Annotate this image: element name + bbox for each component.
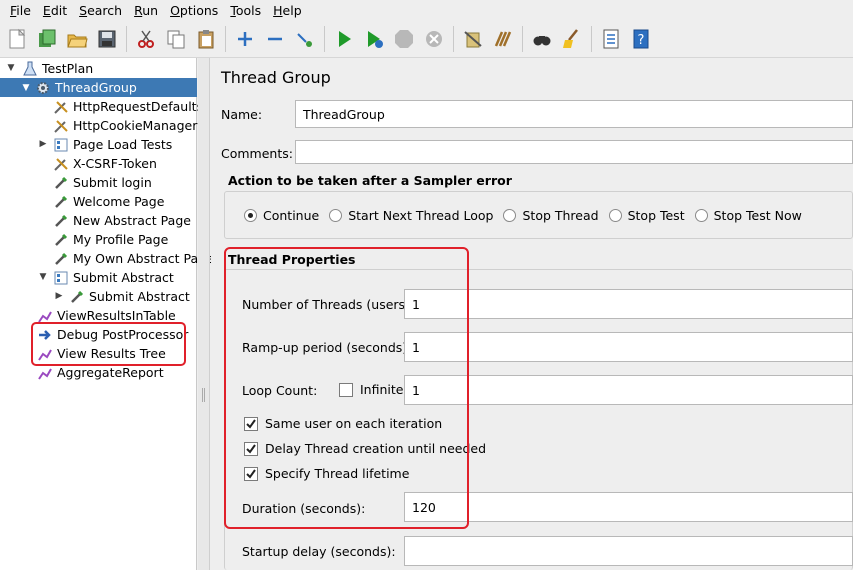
tree-node-welcome-page[interactable]: Welcome Page <box>53 192 164 211</box>
expand-toggle-icon[interactable]: ▼ <box>21 83 31 93</box>
wrench-icon <box>53 118 69 134</box>
tree-node-httpcookiemanager[interactable]: HttpCookieManager <box>53 116 197 135</box>
tree-node-submit-abstract-controller[interactable]: Submit Abstract <box>53 268 174 287</box>
tree-node-submit-abstract-sampler[interactable]: Submit Abstract <box>69 287 190 306</box>
menu-search[interactable]: Search <box>79 3 122 18</box>
toolbar: ? <box>0 20 853 58</box>
clear-all-icon[interactable] <box>490 26 516 52</box>
expand-icon[interactable] <box>232 26 258 52</box>
tree-node-page-load-tests[interactable]: Page Load Tests <box>53 135 172 154</box>
save-icon[interactable] <box>94 26 120 52</box>
radio-start-next-thread-loop[interactable]: Start Next Thread Loop <box>329 208 493 223</box>
pipette-icon <box>53 175 69 191</box>
error-action-title: Action to be taken after a Sampler error <box>228 173 512 188</box>
test-plan-tree: ▼ TestPlan ▼ ThreadGroup HttpRequestDefa… <box>0 58 214 570</box>
reset-search-icon[interactable] <box>559 26 585 52</box>
radio-stop-test-now[interactable]: Stop Test Now <box>694 208 802 223</box>
controller-icon <box>53 137 69 153</box>
search-icon[interactable] <box>529 26 555 52</box>
start-icon[interactable] <box>331 26 357 52</box>
split-pane-divider[interactable] <box>198 58 210 570</box>
help-icon[interactable]: ? <box>628 26 654 52</box>
expand-toggle-icon[interactable]: ▼ <box>6 63 16 73</box>
name-label: Name: <box>221 107 263 122</box>
duration-field[interactable]: 120 <box>404 492 853 522</box>
pipette-icon <box>53 194 69 210</box>
pipette-icon <box>53 251 69 267</box>
menu-options[interactable]: Options <box>170 3 218 18</box>
pipette-icon <box>69 289 85 305</box>
function-helper-icon[interactable] <box>598 26 624 52</box>
error-action-options: Continue Start Next Thread Loop Stop Thr… <box>244 208 812 223</box>
startup-delay-label: Startup delay (seconds): <box>242 544 396 559</box>
toggle-icon[interactable] <box>292 26 318 52</box>
tree-node-threadgroup[interactable]: ▼ ThreadGroup <box>0 78 197 97</box>
name-field[interactable]: ThreadGroup <box>295 100 853 128</box>
pipette-icon <box>53 213 69 229</box>
pipette-icon <box>53 232 69 248</box>
comments-field[interactable] <box>295 140 853 164</box>
tree-node-new-abstract-page[interactable]: New Abstract Page <box>53 211 191 230</box>
expand-toggle-icon[interactable]: ▶ <box>54 291 64 301</box>
tree-node-httprequestdefaults[interactable]: HttpRequestDefaults <box>53 97 203 116</box>
wrench-icon <box>53 156 69 172</box>
templates-icon[interactable] <box>34 26 60 52</box>
svg-text:?: ? <box>638 33 645 48</box>
tree-node-my-own-abstract-page[interactable]: My Own Abstract Page <box>53 249 214 268</box>
tree-node-my-profile-page[interactable]: My Profile Page <box>53 230 168 249</box>
startup-delay-field[interactable] <box>404 536 853 566</box>
collapse-icon[interactable] <box>262 26 288 52</box>
loop-count-field[interactable]: 1 <box>404 375 853 405</box>
expand-toggle-icon[interactable]: ▶ <box>38 139 48 149</box>
menu-edit[interactable]: Edit <box>43 3 67 18</box>
shutdown-icon[interactable] <box>421 26 447 52</box>
paste-icon[interactable] <box>193 26 219 52</box>
tree-node-submit-login[interactable]: Submit login <box>53 173 152 192</box>
menu-help[interactable]: Help <box>273 3 302 18</box>
menu-run[interactable]: Run <box>134 3 158 18</box>
radio-stop-test[interactable]: Stop Test <box>608 208 685 223</box>
highlight-box <box>224 247 469 529</box>
start-no-pauses-icon[interactable] <box>361 26 387 52</box>
copy-icon[interactable] <box>163 26 189 52</box>
menu-file[interactable]: File <box>10 3 31 18</box>
graph-icon <box>37 365 53 381</box>
gear-icon <box>35 80 51 96</box>
expand-toggle-icon[interactable]: ▼ <box>38 272 48 282</box>
wrench-icon <box>53 99 69 115</box>
threads-field[interactable]: 1 <box>404 289 853 319</box>
tree-node-x-csrf-token[interactable]: X-CSRF-Token <box>53 154 157 173</box>
flask-icon <box>22 61 38 77</box>
new-icon[interactable] <box>4 26 30 52</box>
menu-tools[interactable]: Tools <box>230 3 261 18</box>
thread-group-panel: Thread Group Name: ThreadGroup Comments:… <box>211 58 853 570</box>
menu-bar: File Edit Search Run Options Tools Help <box>0 0 853 20</box>
comments-label: Comments: <box>221 146 293 161</box>
tree-node-testplan[interactable]: TestPlan <box>22 59 93 78</box>
panel-title: Thread Group <box>221 68 331 87</box>
open-icon[interactable] <box>64 26 90 52</box>
cut-icon[interactable] <box>133 26 159 52</box>
radio-continue[interactable]: Continue <box>244 208 319 223</box>
highlight-box <box>31 322 186 366</box>
radio-stop-thread[interactable]: Stop Thread <box>503 208 599 223</box>
stop-icon[interactable] <box>391 26 417 52</box>
clear-icon[interactable] <box>460 26 486 52</box>
rampup-field[interactable]: 1 <box>404 332 853 362</box>
controller-icon <box>53 270 69 286</box>
